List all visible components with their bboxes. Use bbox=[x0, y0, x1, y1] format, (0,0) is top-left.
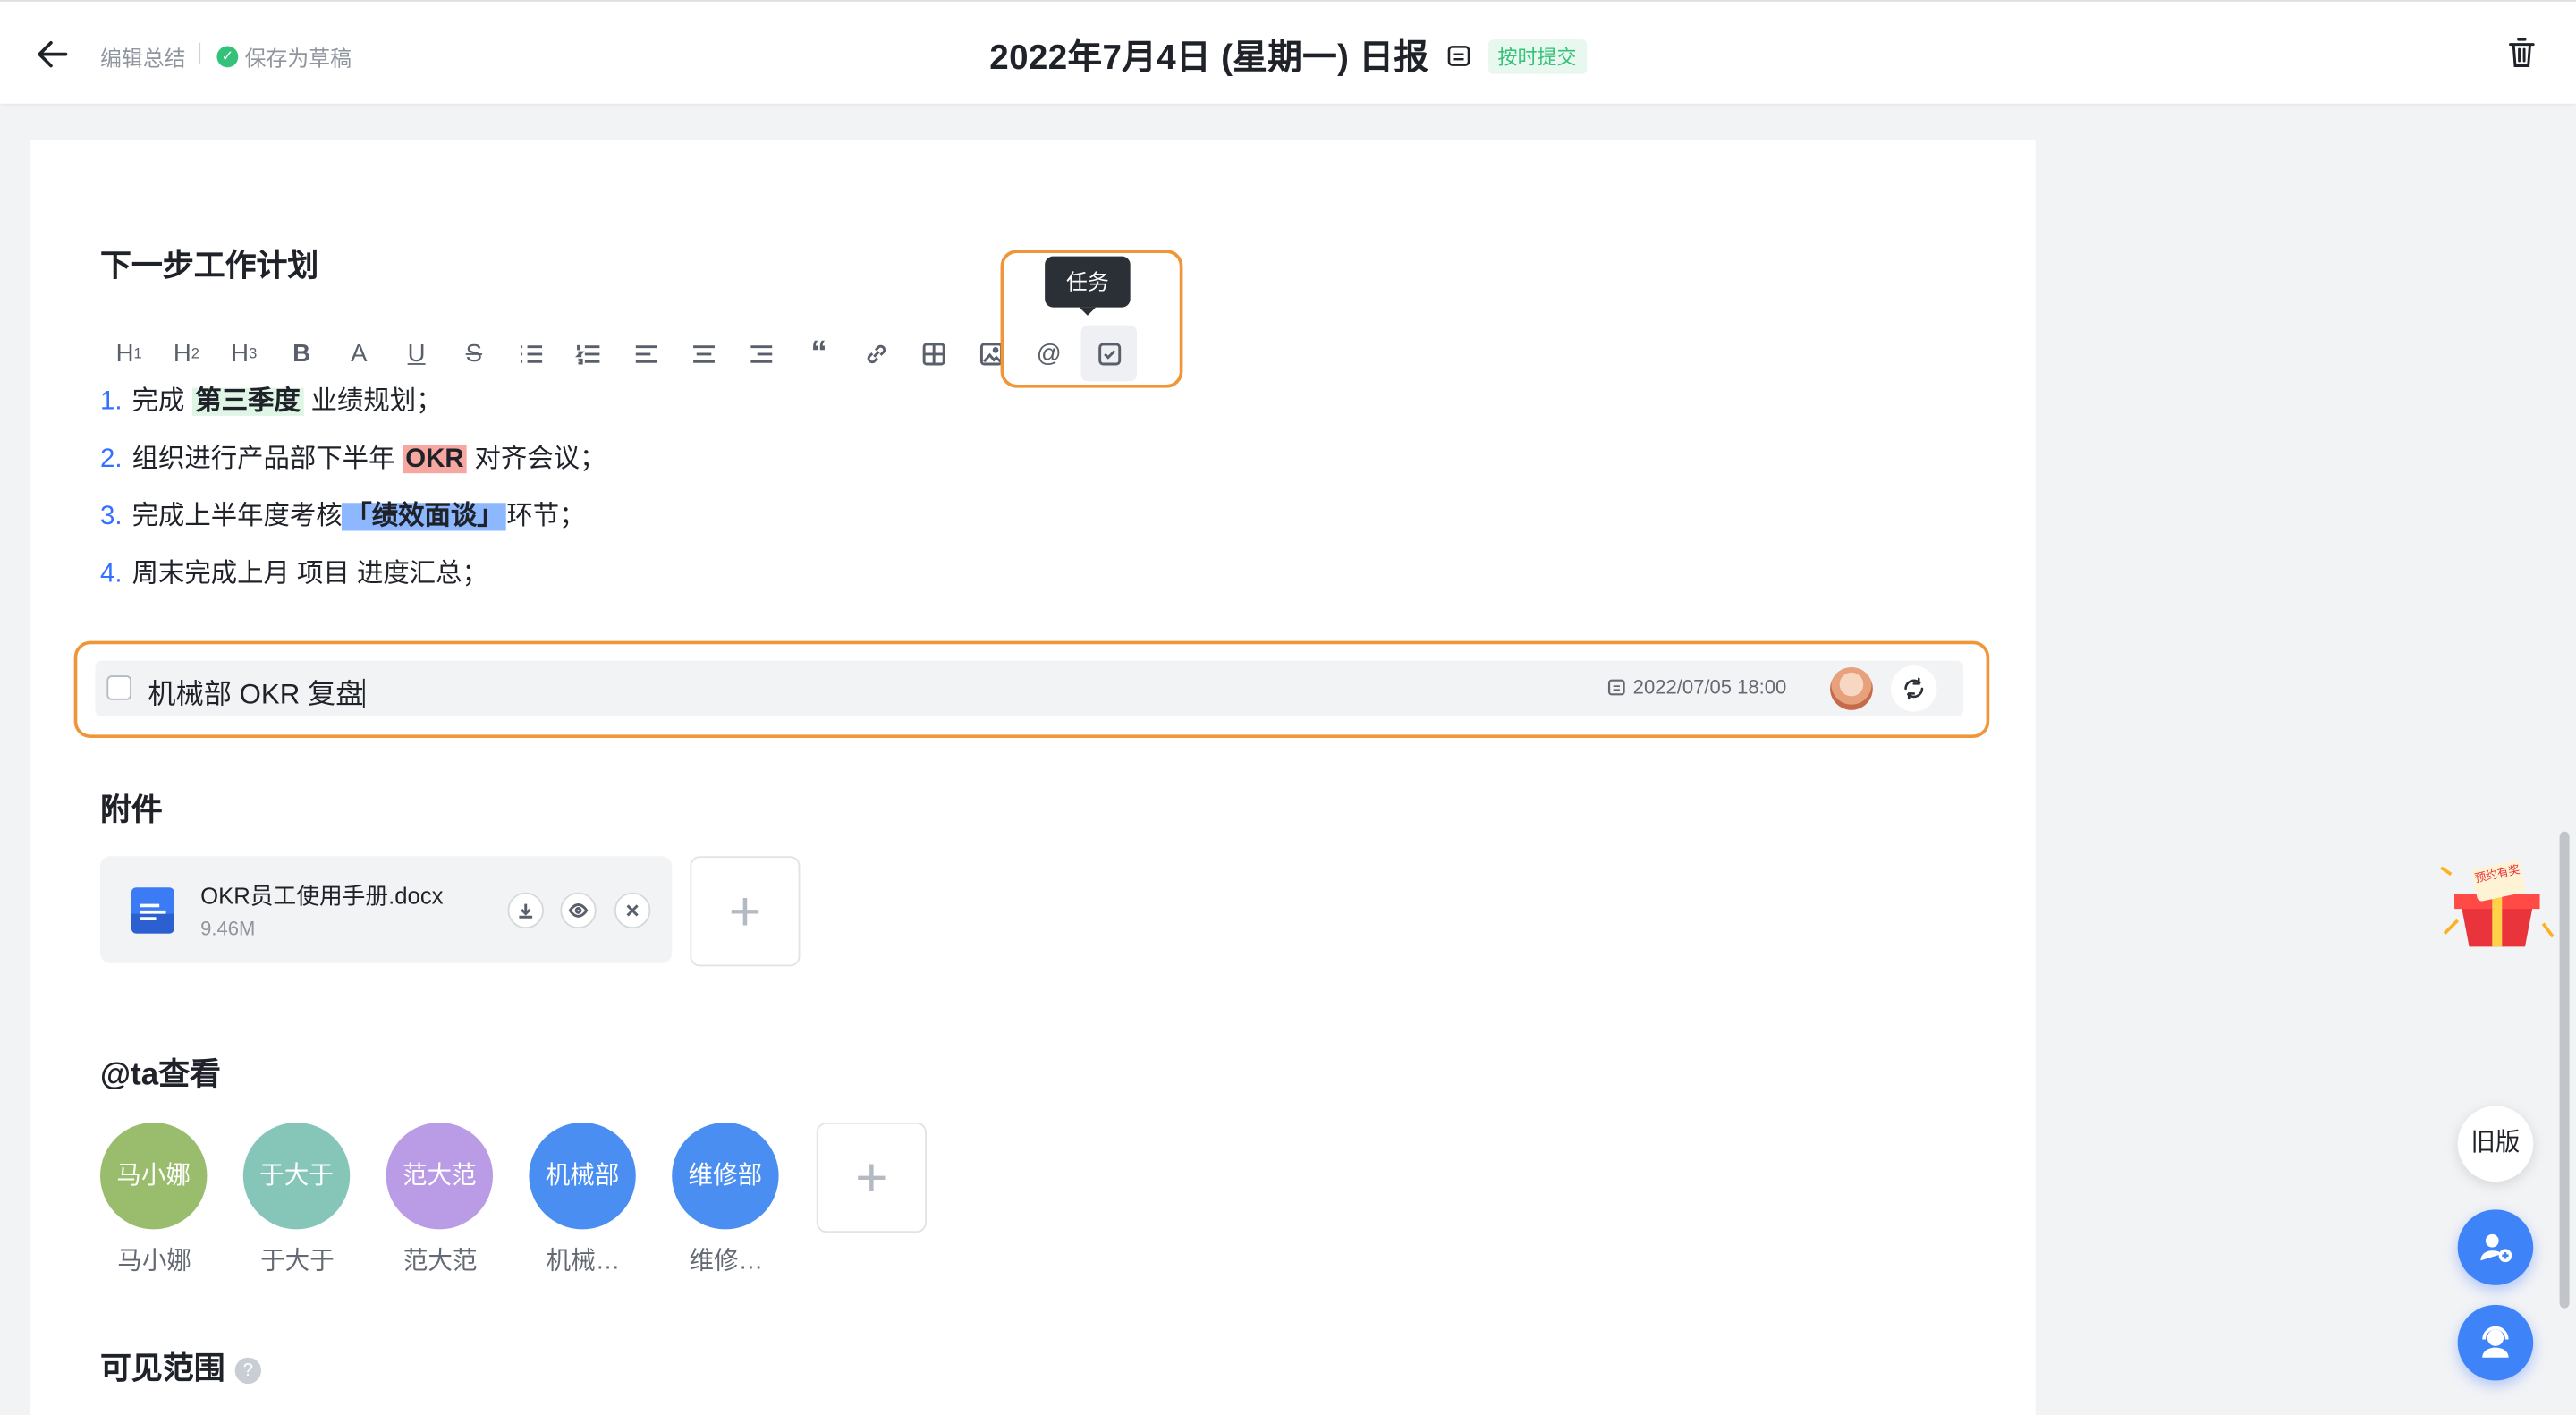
visibility-heading: 可见范围? bbox=[100, 1344, 262, 1389]
close-icon[interactable] bbox=[614, 892, 651, 929]
add-mention-button[interactable]: + bbox=[816, 1122, 927, 1233]
avatar[interactable]: 范大范 bbox=[386, 1122, 494, 1230]
attachments-heading: 附件 bbox=[100, 793, 163, 829]
link-button[interactable] bbox=[848, 334, 905, 373]
table-button[interactable] bbox=[905, 334, 962, 373]
help-icon[interactable]: ? bbox=[234, 1357, 262, 1385]
person-name: 于大于 bbox=[260, 1247, 335, 1275]
trash-icon[interactable] bbox=[2504, 35, 2539, 71]
person-name: 机械… bbox=[546, 1247, 621, 1275]
list-item: 4. 周末完成上月 项目 进度汇总； bbox=[100, 560, 488, 589]
scrollbar[interactable] bbox=[2559, 831, 2570, 1309]
person-name: 维修… bbox=[689, 1247, 764, 1275]
strikethrough-button[interactable]: S bbox=[445, 334, 503, 373]
highlight-task-row bbox=[73, 640, 1990, 738]
word-doc-icon bbox=[131, 887, 174, 934]
list-item: 3. 完成上半年度考核 「绩效面谈」 环节； bbox=[100, 503, 586, 531]
heading1-button[interactable]: H1 bbox=[100, 334, 157, 373]
gift-icon[interactable]: 预约有奖 bbox=[2438, 854, 2563, 953]
title-group: 2022年7月4日 (星期一) 日报 按时提交 bbox=[0, 31, 2576, 80]
quote-button[interactable]: “ bbox=[790, 334, 847, 373]
mention-person[interactable]: 机械部 机械… bbox=[529, 1122, 637, 1277]
person-name: 范大范 bbox=[402, 1247, 478, 1275]
list-item: 1. 完成 第三季度 业绩规划； bbox=[100, 387, 443, 416]
highlight-task-tool bbox=[1000, 250, 1183, 388]
plan-heading: 下一步工作计划 bbox=[100, 250, 319, 284]
list-item: 2. 组织进行产品部下半年 OKR 对齐会议； bbox=[100, 445, 606, 474]
mention-person[interactable]: 于大于 于大于 bbox=[242, 1122, 352, 1277]
avatar[interactable]: 于大于 bbox=[242, 1122, 351, 1230]
add-attachment-button[interactable]: + bbox=[690, 856, 801, 967]
support-icon[interactable] bbox=[2457, 1304, 2534, 1381]
heading2-button[interactable]: H2 bbox=[157, 334, 215, 373]
plus-icon: + bbox=[728, 879, 762, 943]
attachment-size: 9.46M bbox=[200, 917, 256, 940]
download-icon[interactable] bbox=[507, 892, 544, 929]
avatar[interactable]: 机械部 bbox=[529, 1122, 636, 1230]
avatar[interactable]: 马小娜 bbox=[100, 1122, 208, 1230]
heading3-button[interactable]: H3 bbox=[216, 334, 273, 373]
old-version-button[interactable]: 旧版 bbox=[2457, 1106, 2534, 1182]
align-left-button[interactable] bbox=[618, 334, 675, 373]
bullet-list-button[interactable] bbox=[503, 334, 560, 373]
font-color-button[interactable]: A bbox=[330, 334, 387, 373]
ordered-list-button[interactable] bbox=[560, 334, 617, 373]
align-right-button[interactable] bbox=[733, 334, 790, 373]
status-badge: 按时提交 bbox=[1487, 38, 1587, 73]
bold-button[interactable]: B bbox=[273, 334, 330, 373]
avatar[interactable]: 维修部 bbox=[672, 1122, 779, 1230]
mention-person[interactable]: 马小娜 马小娜 bbox=[100, 1122, 208, 1277]
calendar-icon[interactable] bbox=[1445, 43, 1471, 69]
underline-button[interactable]: U bbox=[387, 334, 445, 373]
align-center-button[interactable] bbox=[675, 334, 733, 373]
plan-list: 1. 完成 第三季度 业绩规划； 2. 组织进行产品部下半年 OKR 对齐会议； 3… bbox=[100, 381, 606, 611]
mention-person[interactable]: 范大范 范大范 bbox=[386, 1122, 495, 1277]
attachment-name: OKR员工使用手册.docx bbox=[200, 882, 444, 910]
mentions-heading: @ta查看 bbox=[100, 1058, 221, 1093]
person-name: 马小娜 bbox=[117, 1247, 191, 1275]
attachment-card[interactable]: OKR员工使用手册.docx 9.46M bbox=[100, 856, 673, 963]
user-add-icon[interactable] bbox=[2457, 1209, 2534, 1285]
mention-person[interactable]: 维修部 维修… bbox=[672, 1122, 780, 1277]
editor-toolbar: H1 H2 H3 B A U S “ @ bbox=[100, 325, 1137, 382]
plus-icon: + bbox=[855, 1146, 888, 1209]
top-bar: 编辑总结 ✓ 保存为草稿 2022年7月4日 (星期一) 日报 按时提交 bbox=[0, 0, 2576, 104]
eye-icon[interactable] bbox=[560, 892, 597, 929]
page-title: 2022年7月4日 (星期一) 日报 bbox=[989, 39, 1429, 78]
